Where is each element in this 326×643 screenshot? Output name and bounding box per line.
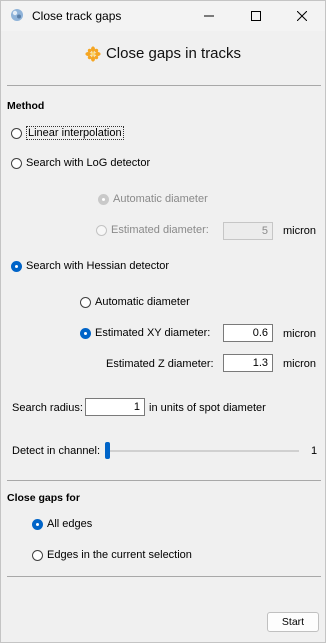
hessian-detector-label: Search with Hessian detector [26,260,170,272]
log-estimated-diameter-option[interactable]: Estimated diameter: [96,224,209,236]
channel-slider-track[interactable] [107,450,299,452]
search-radius-suffix: in units of spot diameter [149,402,266,414]
log-estimated-diameter-radio[interactable] [96,224,107,236]
log-diameter-field[interactable] [223,222,273,240]
hessian-xy-label: Estimated XY diameter: [95,327,211,339]
start-button[interactable]: Start [267,612,319,632]
channel-slider-thumb[interactable] [105,442,110,459]
search-radius-label: Search radius: [12,402,83,414]
window-title: Close track gaps [32,9,122,23]
close-window-button[interactable] [279,1,325,31]
close-icon [297,11,307,21]
selection-edges-radio[interactable] [32,549,43,561]
log-auto-diameter-option[interactable]: Automatic diameter [98,193,208,205]
log-auto-diameter-radio[interactable] [98,193,109,205]
log-diameter-unit: micron [283,225,317,237]
search-radius-field[interactable] [85,398,145,416]
divider [7,480,321,481]
hessian-auto-diameter-option[interactable]: Automatic diameter [80,296,190,308]
hessian-estimated-xy-radio[interactable] [80,327,91,339]
log-estimated-diameter-label: Estimated diameter: [111,224,209,236]
dialog-window: Close track gaps Close gaps in tracks Me… [0,0,326,643]
linear-interpolation-radio[interactable] [11,127,22,139]
app-icon [11,9,23,21]
header: Close gaps in tracks [1,45,325,66]
minimize-button[interactable] [186,1,232,31]
all-edges-option[interactable]: All edges [32,518,92,530]
log-detector-radio[interactable] [11,157,22,169]
maximize-button[interactable] [233,1,279,31]
title-bar[interactable]: Close track gaps [1,1,325,31]
flower-icon [85,45,101,62]
all-edges-radio[interactable] [32,518,43,530]
log-auto-diameter-label: Automatic diameter [113,193,208,205]
channel-label: Detect in channel: [12,445,101,457]
close-gaps-section-label: Close gaps for [7,492,80,504]
all-edges-label: All edges [47,518,93,530]
xy-diameter-field[interactable] [223,324,273,342]
selection-edges-option[interactable]: Edges in the current selection [32,549,192,561]
z-diameter-unit: micron [283,358,317,370]
log-detector-label: Search with LoG detector [26,157,151,169]
divider [7,85,321,86]
xy-diameter-unit: micron [283,328,317,340]
minimize-icon [204,15,214,17]
log-detector-option[interactable]: Search with LoG detector [11,157,150,169]
hessian-detector-option[interactable]: Search with Hessian detector [11,260,169,272]
linear-interpolation-label: Linear interpolation [26,126,124,140]
hessian-auto-diameter-radio[interactable] [80,296,91,308]
maximize-icon [251,11,261,21]
page-title: Close gaps in tracks [105,45,242,62]
divider [7,576,321,577]
selection-edges-label: Edges in the current selection [47,549,192,561]
hessian-auto-diameter-label: Automatic diameter [95,296,190,308]
channel-value: 1 [311,445,318,457]
hessian-estimated-xy-option[interactable]: Estimated XY diameter: [80,327,210,339]
z-diameter-field[interactable] [223,354,273,372]
hessian-detector-radio[interactable] [11,260,22,272]
method-section-label: Method [7,100,45,112]
z-diameter-label: Estimated Z diameter: [106,358,214,370]
linear-interpolation-option[interactable]: Linear interpolation [11,126,124,140]
